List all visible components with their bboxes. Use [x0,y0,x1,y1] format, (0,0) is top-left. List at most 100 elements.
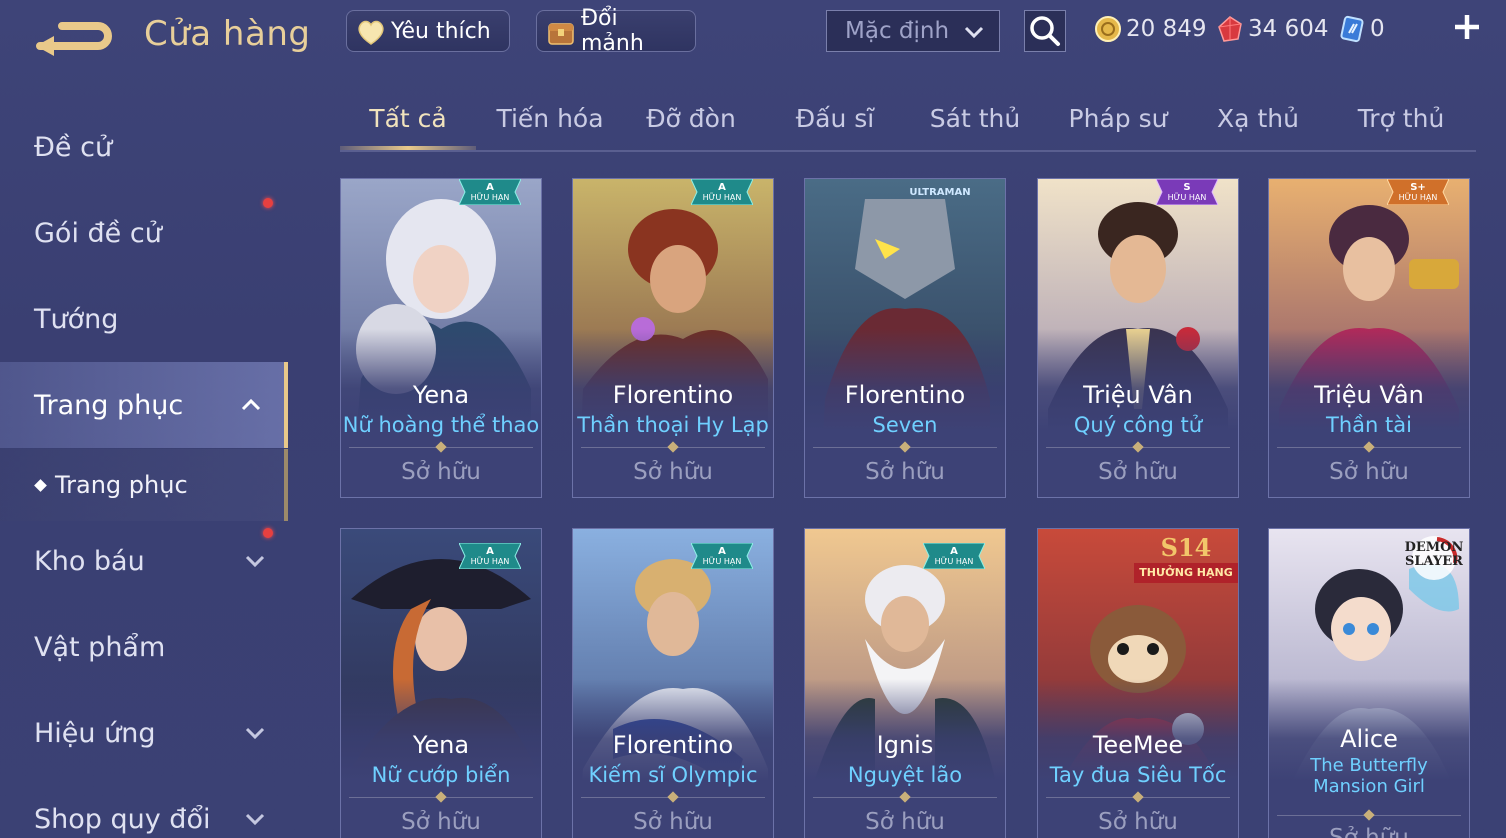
active-tab-indicator [340,146,476,150]
tab-evolution[interactable]: Tiến hóa [486,104,614,148]
tab-fighter[interactable]: Đấu sĩ [780,104,890,148]
skin-name: Tay đua Siêu Tốc [1049,763,1227,787]
tab-tank[interactable]: Đỡ đòn [626,104,756,148]
badge-text: HỮU HẠN [470,193,510,202]
collab-logo-badge: DEMON SLAYER [1403,535,1465,581]
skin-card[interactable]: A HỮU HẠN Ignis Nguyệt lão Sở hữu [804,528,1006,838]
sidebar-item-heroes[interactable]: Tướng [0,276,288,362]
badge-text: HỮU HẠN [1398,193,1438,202]
search-button[interactable] [1024,10,1066,52]
owned-status: Sở hữu [633,459,713,485]
skin-name: Seven [872,413,938,437]
season-label: S14 [1160,533,1212,562]
ruby-currency: 34 604 [1216,12,1328,46]
owned-status: Sở hữu [1098,809,1178,835]
sidebar-item-skins[interactable]: Trang phục [0,362,288,448]
add-currency-button[interactable] [1452,12,1482,42]
hero-name: TeeMee [1092,731,1184,759]
skin-card[interactable]: S+ HỮU HẠN Triệu Vân Thần tài Sở hữu [1268,178,1470,498]
badge-text: ULTRAMAN [909,186,971,198]
chevron-up-icon [241,398,261,411]
sidebar-item-label: Kho báu [34,545,145,577]
skin-card[interactable]: S14 THƯỞNG HẠNG TeeMee Tay đua Siêu Tốc … [1037,528,1239,838]
tab-assassin[interactable]: Sát thủ [920,104,1030,148]
skin-name: Thần tài [1326,413,1412,437]
sidebar-item-items[interactable]: Vật phẩm [0,604,288,690]
voucher-currency: 0 [1338,12,1385,46]
sidebar-item-label: Vật phẩm [34,631,166,663]
skin-name: Nữ hoàng thể thao [342,413,540,437]
sidebar-item-label: Trang phục [34,389,184,421]
gold-currency: 20 849 [1094,12,1206,46]
skin-card[interactable]: ULTRAMAN Florentino Seven Sở hữu [804,178,1006,498]
voucher-icon [1340,15,1364,43]
hero-name: Triệu Vân [1083,381,1193,409]
ruby-amount: 34 604 [1248,16,1329,42]
skin-card[interactable]: DEMON SLAYER Alice The Butterfly Mansion… [1268,528,1470,838]
badge-tier: S [1183,182,1191,193]
favorite-button[interactable]: Yêu thích [346,10,510,52]
heart-icon [358,20,384,45]
plus-icon [1455,15,1479,39]
hero-name: Yena [412,731,470,759]
limited-badge: A HỮU HẠN [691,543,753,569]
skin-card[interactable]: A HỮU HẠN Yena Nữ hoàng thể thao Sở hữu [340,178,542,498]
season-rank-badge: S14 THƯỞNG HẠNG [1134,533,1238,585]
skin-card[interactable]: A HỮU HẠN Yena Nữ cướp biển Sở hữu [340,528,542,838]
back-button[interactable] [32,14,112,58]
collab-logo-text: DEMON SLAYER [1404,540,1464,569]
hero-name: Florentino [612,381,734,409]
sort-dropdown[interactable]: Mặc định [826,10,1000,52]
owned-status: Sở hữu [401,809,481,835]
ultraman-badge: ULTRAMAN [895,179,985,205]
owned-status: Sở hữu [633,809,713,835]
sidebar-item-exchange-shop[interactable]: Shop quy đổi [0,776,288,838]
owned-status: Sở hữu [865,809,945,835]
skin-card[interactable]: S HỮU HẠN Triệu Vân Quý công tử Sở hữu [1037,178,1239,498]
top-bar: Cửa hàng Yêu thích Đổi mảnh Mặc định 20 … [0,0,1506,70]
owned-status: Sở hữu [1098,459,1178,485]
skin-name: Nữ cướp biển [371,763,511,787]
gold-coin-icon [1095,16,1121,42]
badge-text: HỮU HẠN [470,557,510,566]
hero-name: Florentino [612,731,734,759]
search-icon [1030,16,1060,46]
tab-marksman[interactable]: Xạ thủ [1206,104,1310,148]
owned-status: Sở hữu [401,459,481,485]
ruby-gem-icon [1218,16,1242,42]
chevron-down-icon [245,555,265,568]
hero-name: Triệu Vân [1314,381,1424,409]
badge-text: HỮU HẠN [702,193,742,202]
limited-badge: A HỮU HẠN [459,543,521,569]
limited-badge: A HỮU HẠN [691,179,753,205]
rank-reward-label: THƯỞNG HẠNG [1134,563,1238,583]
sidebar-subitem-skins[interactable]: Trang phục [0,449,288,521]
skin-card[interactable]: A HỮU HẠN Florentino Kiếm sĩ Olympic Sở … [572,528,774,838]
sidebar-item-recommended[interactable]: Đề cử [0,104,288,190]
notification-dot [263,528,273,538]
tab-mage[interactable]: Pháp sư [1060,104,1176,148]
badge-tier: A [718,182,726,193]
limited-badge: A HỮU HẠN [923,543,985,569]
sidebar-item-recommended-packs[interactable]: Gói đề cử [0,190,288,276]
shard-exchange-button[interactable]: Đổi mảnh [536,6,696,56]
bullet-icon [34,478,47,492]
sidebar-item-treasure[interactable]: Kho báu [0,518,288,604]
sidebar-item-label: Đề cử [34,131,113,163]
sidebar-item-effects[interactable]: Hiệu ứng [0,690,288,776]
badge-text: HỮU HẠN [702,557,742,566]
tab-support[interactable]: Trợ thủ [1346,104,1456,148]
owned-status: Sở hữu [865,459,945,485]
sidebar-item-label: Gói đề cử [34,217,162,249]
skin-name: Nguyệt lão [847,763,963,787]
back-arrow-icon [36,22,112,56]
owned-status: Sở hữu [1329,459,1409,485]
category-tabs: Tất cả Tiến hóa Đỡ đòn Đấu sĩ Sát thủ Ph… [340,96,1476,152]
limited-badge: S+ HỮU HẠN [1387,179,1449,205]
limited-badge: S HỮU HẠN [1156,179,1218,205]
sidebar-item-label: Shop quy đổi [34,803,211,835]
page-title: Cửa hàng [144,14,311,54]
skin-card[interactable]: A HỮU HẠN Florentino Thần thoại Hy Lạp S… [572,178,774,498]
badge-text: HỮU HẠN [934,557,974,566]
tab-all[interactable]: Tất cả [340,104,476,148]
